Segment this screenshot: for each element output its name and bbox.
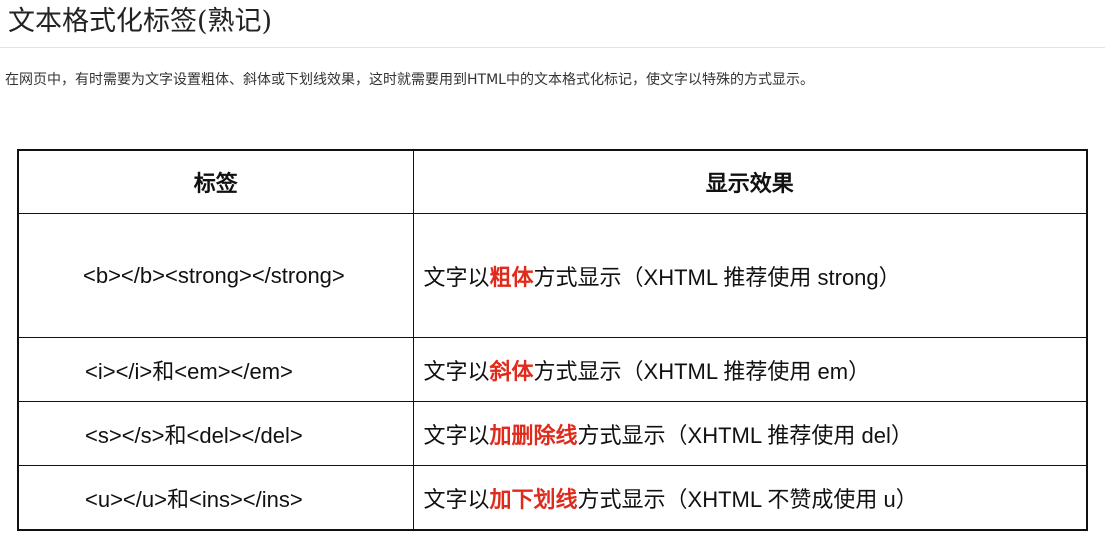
effect-suffix: 方式显示（XHTML 推荐使用 del）	[577, 422, 913, 448]
tag-cell: <u></u>和<ins></ins>	[17, 465, 414, 531]
header-effect: 显示效果	[412, 149, 1088, 214]
effect-suffix: 方式显示（XHTML 推荐使用 strong）	[533, 264, 901, 290]
effect-prefix: 文字以	[423, 264, 490, 290]
table-row: <b></b><strong></strong> 文字以粗体方式显示（XHTML…	[17, 213, 1088, 338]
effect-highlight: 粗体	[489, 264, 534, 290]
effect-cell: 文字以粗体方式显示（XHTML 推荐使用 strong）	[412, 213, 1088, 338]
effect-cell: 文字以加删除线方式显示（XHTML 推荐使用 del）	[412, 401, 1088, 466]
effect-highlight: 加删除线	[489, 422, 578, 448]
title-divider	[0, 47, 1105, 48]
formatting-tags-table: 标签 显示效果 <b></b><strong></strong> 文字以粗体方式…	[17, 149, 1088, 531]
table-row: <u></u>和<ins></ins> 文字以加下划线方式显示（XHTML 不赞…	[17, 465, 1088, 531]
table-row: <i></i>和<em></em> 文字以斜体方式显示（XHTML 推荐使用 e…	[17, 337, 1088, 402]
effect-suffix: 方式显示（XHTML 推荐使用 em）	[533, 358, 871, 384]
table-header-row: 标签 显示效果	[17, 149, 1088, 214]
tag-cell: <b></b><strong></strong>	[17, 213, 414, 338]
effect-cell: 文字以加下划线方式显示（XHTML 不赞成使用 u）	[412, 465, 1088, 531]
effect-suffix: 方式显示（XHTML 不赞成使用 u）	[577, 486, 918, 512]
tag-cell: <s></s>和<del></del>	[17, 401, 414, 466]
effect-highlight: 斜体	[489, 358, 534, 384]
tag-cell: <i></i>和<em></em>	[17, 337, 414, 402]
effect-prefix: 文字以	[423, 422, 490, 448]
effect-prefix: 文字以	[423, 486, 490, 512]
table-row: <s></s>和<del></del> 文字以加删除线方式显示（XHTML 推荐…	[17, 401, 1088, 466]
effect-cell: 文字以斜体方式显示（XHTML 推荐使用 em）	[412, 337, 1088, 402]
intro-paragraph: 在网页中，有时需要为文字设置粗体、斜体或下划线效果，这时就需要用到HTML中的文…	[5, 72, 814, 88]
page-title: 文本格式化标签(熟记)	[8, 6, 273, 37]
header-tag: 标签	[17, 149, 414, 214]
effect-prefix: 文字以	[423, 358, 490, 384]
effect-highlight: 加下划线	[489, 486, 578, 512]
